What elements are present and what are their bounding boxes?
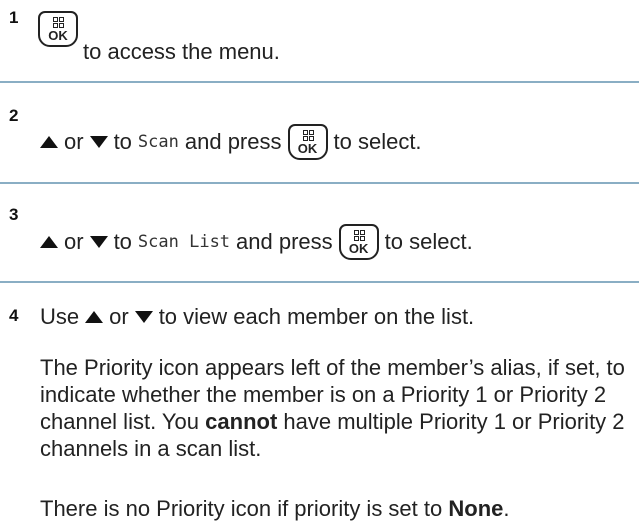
to-select-text: to select. <box>384 229 473 254</box>
step-number: 4 <box>9 306 19 325</box>
up-arrow-icon <box>40 136 58 148</box>
separator <box>0 182 639 184</box>
menu-ok-button-icon: OK <box>338 224 379 260</box>
emphasis-cannot: cannot <box>205 409 278 434</box>
or-text: or <box>109 304 129 329</box>
separator <box>0 81 639 83</box>
emphasis-none: None <box>448 496 504 521</box>
down-arrow-icon <box>89 136 108 148</box>
use-text: Use <box>40 304 80 329</box>
separator <box>0 281 639 283</box>
or-text: or <box>64 229 84 254</box>
step-4-line: Use or to view each member on the list. <box>40 302 474 332</box>
to-select-text: to select. <box>333 129 422 154</box>
menu-ok-button-icon: OK <box>287 124 328 160</box>
to-text: to <box>113 229 132 254</box>
down-arrow-icon <box>89 236 108 248</box>
no-priority-paragraph: There is no Priority icon if priority is… <box>40 496 510 521</box>
step-number: 1 <box>9 8 19 27</box>
and-press-text: and press <box>184 129 282 154</box>
step-number: 2 <box>9 106 19 125</box>
step-1-text: to access the menu. <box>83 39 280 64</box>
up-arrow-icon <box>85 311 104 323</box>
and-press-text: and press <box>236 229 333 254</box>
priority-icon-paragraph: The Priority icon appears left of the me… <box>40 355 625 461</box>
menu-item-scan-list: Scan List <box>137 232 231 252</box>
instruction-end-text: to view each member on the list. <box>158 304 475 329</box>
up-arrow-icon <box>40 236 58 248</box>
down-arrow-icon <box>134 311 153 323</box>
step-3-line: or to Scan List and press OK to select. <box>40 221 473 263</box>
menu-ok-button-icon: OK <box>38 11 78 47</box>
menu-item-scan: Scan <box>137 132 179 152</box>
or-text: or <box>64 129 84 154</box>
step-2-line: or to Scan and press OK to select. <box>40 121 422 163</box>
to-text: to <box>113 129 132 154</box>
step-number: 3 <box>9 205 19 224</box>
